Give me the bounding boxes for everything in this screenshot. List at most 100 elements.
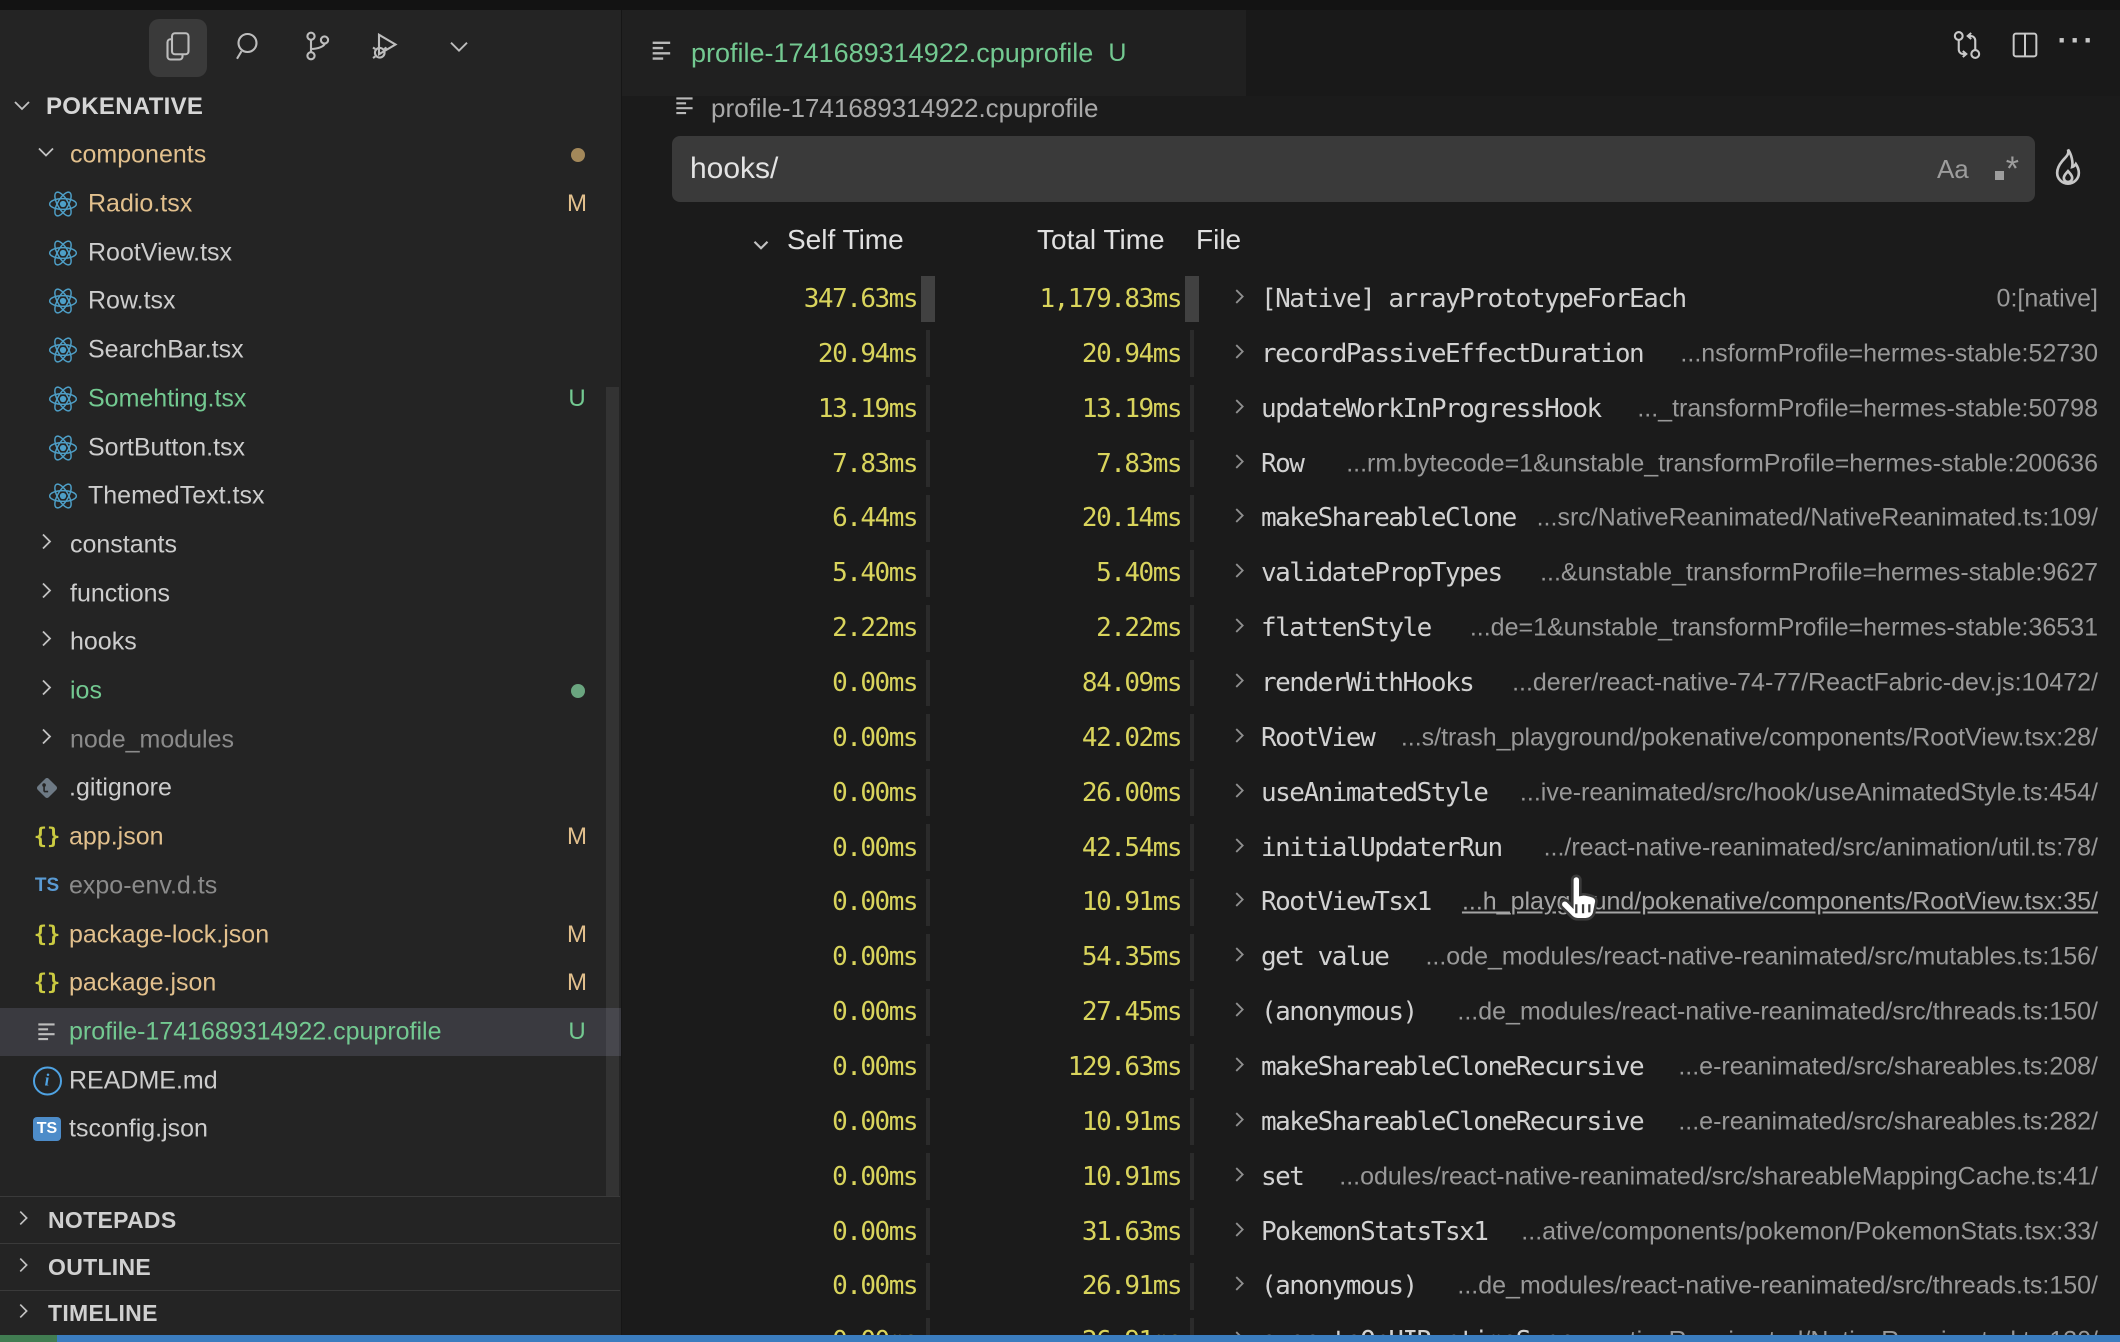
column-file[interactable]: File [1196,224,1241,256]
sidebar-scrollbar[interactable] [606,387,619,1197]
git-status-badge: U [557,1018,597,1046]
panel-label: TIMELINE [48,1300,158,1327]
tree-item-package-lock-json[interactable]: {}package-lock.json M [0,910,621,959]
editor-pane [621,10,2120,1335]
tree-item-constants[interactable]: constants [0,521,621,570]
tree-item-readme-md[interactable]: iREADME.md [0,1056,621,1105]
regex-toggle[interactable]: * [1995,150,2019,189]
tree-item-node-modules[interactable]: node_modules [0,715,621,764]
tsbox-icon: TS [30,1117,64,1141]
git-status-dot [571,148,585,162]
chevron-right-icon [34,627,58,658]
regex-icon [1995,171,2004,180]
tree-item-themedtext-tsx[interactable]: ThemedText.tsx [0,472,621,521]
compare-changes-icon [1949,27,1985,68]
git-status-dot [571,684,585,698]
react-icon [46,334,80,366]
react-icon [46,432,80,464]
panel-label: OUTLINE [48,1254,151,1281]
tree-item-somehting-tsx[interactable]: Somehting.tsx U [0,375,621,424]
tree-item-label: expo-env.d.ts [69,871,217,900]
tree-item-profile-1741689314922-cpuprofile[interactable]: profile-1741689314922.cpuprofile U [0,1008,621,1057]
tree-item-label: tsconfig.json [69,1115,208,1144]
chevron-right-icon [34,676,58,707]
chevron-right-icon [34,529,58,560]
breadcrumb-item: profile-1741689314922.cpuprofile [711,93,1098,124]
panel-notepads[interactable]: NOTEPADS [0,1196,620,1244]
tree-item-label: ThemedText.tsx [88,482,264,511]
chevron-right-icon [34,724,58,755]
braces-icon: {} [30,922,64,947]
sort-chevron-down-icon[interactable] [748,232,774,265]
tree-item--gitignore[interactable]: .gitignore [0,764,621,813]
flame-icon [2048,145,2088,194]
tree-item-expo-env-d-ts[interactable]: TSexpo-env.d.ts [0,862,621,911]
list-file-icon [672,93,698,124]
tree-item-functions[interactable]: functions [0,569,621,618]
tree-item-label: .gitignore [69,774,172,803]
tree-item-label: Somehting.tsx [88,384,246,413]
tree-item-label: hooks [70,628,137,657]
braces-icon: {} [30,971,64,996]
git-status-badge: M [557,823,597,851]
chevron-right-icon [12,1207,34,1234]
react-icon [46,383,80,415]
filter-input[interactable] [688,151,1911,187]
tree-item-row-tsx[interactable]: Row.tsx [0,277,621,326]
list-file-icon [648,37,676,70]
chevron-right-icon [34,578,58,609]
react-icon [46,285,80,317]
info-icon: i [30,1066,64,1095]
chevron-down-icon [34,140,58,171]
git-status-badge: U [557,385,597,413]
git-status-badge: M [557,921,597,949]
tree-item-label: Radio.tsx [88,190,192,219]
tab-dirty-badge: U [1108,39,1126,68]
column-total-time[interactable]: Total Time [1037,224,1165,256]
chevron-right-icon [12,1254,34,1281]
tree-item-app-json[interactable]: {}app.json M [0,813,621,862]
status-bar [0,1335,2120,1342]
tree-item-label: profile-1741689314922.cpuprofile [69,1017,442,1046]
tree-item-components[interactable]: components [0,131,621,180]
match-case-toggle[interactable]: Aa [1937,154,1969,185]
tab-label: profile-1741689314922.cpuprofile [691,38,1093,69]
open-changes-button[interactable] [1948,28,1986,66]
tree-item-ios[interactable]: ios [0,667,621,716]
braces-icon: {} [30,825,64,850]
tree-item-label: RootView.tsx [88,238,232,267]
panel-label: NOTEPADS [48,1207,176,1234]
tree-item-label: SortButton.tsx [88,433,245,462]
breadcrumb[interactable]: profile-1741689314922.cpuprofile [672,88,1098,128]
tree-item-label: app.json [69,823,164,852]
tree-item-radio-tsx[interactable]: Radio.tsxM [0,180,621,229]
more-actions-button[interactable]: ··· [2058,22,2096,60]
file-tree: componentsRadio.tsxMRootView.tsxRow.tsxS… [0,0,621,1342]
panel-outline[interactable]: OUTLINE [0,1243,620,1291]
tree-item-label: package-lock.json [69,920,269,949]
chevron-right-icon [12,1300,34,1327]
tab-cpuprofile[interactable]: profile-1741689314922.cpuprofile U [622,10,1246,96]
split-editor-button[interactable] [2006,28,2044,66]
tree-item-label: ios [70,677,102,706]
tree-item-hooks[interactable]: hooks [0,618,621,667]
tree-item-searchbar-tsx[interactable]: SearchBar.tsx [0,326,621,375]
split-editor-icon [2008,28,2042,67]
git-icon [30,775,64,801]
profile-table-header: Self Time Total Time File [621,224,2120,270]
mouse-cursor [1552,872,1606,932]
column-self-time[interactable]: Self Time [787,224,904,256]
flame-graph-button[interactable] [2046,144,2090,194]
tree-item-label: node_modules [70,725,234,754]
tree-item-label: package.json [69,969,216,998]
tree-item-sortbutton-tsx[interactable]: SortButton.tsx [0,423,621,472]
panel-timeline[interactable]: TIMELINE [0,1290,620,1336]
tree-item-tsconfig-json[interactable]: TStsconfig.json [0,1105,621,1154]
tree-item-package-json[interactable]: {}package.jsonM [0,959,621,1008]
react-icon [46,237,80,269]
react-icon [46,188,80,220]
tree-item-label: SearchBar.tsx [88,336,244,365]
react-icon [46,480,80,512]
tree-item-label: functions [70,579,170,608]
tree-item-rootview-tsx[interactable]: RootView.tsx [0,228,621,277]
